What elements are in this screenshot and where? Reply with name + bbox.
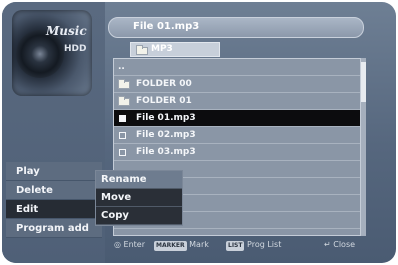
list-item-parent[interactable]: .. <box>114 59 360 76</box>
music-file-icon <box>119 132 126 139</box>
current-folder-label: MP3 <box>151 44 173 54</box>
mark-hint: MARKER Mark <box>154 240 209 251</box>
menu-item-program-add[interactable]: Program add <box>6 219 102 238</box>
parent-folder-label: .. <box>118 62 125 72</box>
current-file-header: File 01.mp3 <box>108 17 364 38</box>
prog-list-label: Prog List <box>247 240 282 249</box>
submenu-item-rename[interactable]: Rename <box>96 171 182 189</box>
badge-subtitle: HDD <box>64 44 87 54</box>
list-item-label: File 03.mp3 <box>136 147 196 157</box>
list-item-file-selected[interactable]: File 01.mp3 <box>114 110 360 127</box>
options-menu: Play Delete Edit Program add <box>6 162 102 238</box>
close-label: Close <box>333 240 356 249</box>
music-file-icon <box>119 115 126 122</box>
enter-hint: ◎ Enter <box>114 240 146 249</box>
current-folder-tab: MP3 <box>130 42 220 57</box>
list-scrollbar[interactable] <box>361 58 366 236</box>
left-panel: Music HDD Play Delete Edit Program add <box>2 2 105 263</box>
badge-title: Music <box>46 24 87 38</box>
submenu-item-move[interactable]: Move <box>96 189 182 207</box>
prog-list-hint: LIST Prog List <box>226 240 281 251</box>
list-item-label: File 01.mp3 <box>136 113 196 123</box>
mark-label: Mark <box>189 240 209 249</box>
menu-item-delete[interactable]: Delete <box>6 181 102 200</box>
marker-key-badge: MARKER <box>154 241 187 251</box>
list-item-folder[interactable]: FOLDER 01 <box>114 93 360 110</box>
enter-label: Enter <box>123 240 146 249</box>
list-item-file[interactable]: File 03.mp3 <box>114 144 360 161</box>
scroll-thumb[interactable] <box>361 62 366 102</box>
menu-item-edit[interactable]: Edit <box>6 200 102 219</box>
list-item-file[interactable]: File 02.mp3 <box>114 127 360 144</box>
music-file-icon <box>119 149 126 156</box>
list-key-badge: LIST <box>226 241 245 251</box>
list-item-label: FOLDER 01 <box>136 96 192 106</box>
close-hint: ↵ Close <box>324 240 356 249</box>
footer-hints: ◎ Enter MARKER Mark LIST Prog List ↵ Clo… <box>114 240 376 254</box>
menu-item-play[interactable]: Play <box>6 162 102 181</box>
list-item-label: FOLDER 00 <box>136 79 192 89</box>
folder-icon <box>118 79 130 89</box>
list-item-folder[interactable]: FOLDER 00 <box>114 76 360 93</box>
folder-icon <box>136 45 148 55</box>
edit-submenu: Rename Move Copy <box>95 170 183 226</box>
dvd-recorder-music-screen: Music HDD Play Delete Edit Program add F… <box>2 2 396 263</box>
music-hdd-badge: Music HDD <box>12 10 92 96</box>
folder-icon <box>118 96 130 106</box>
list-item-label: File 02.mp3 <box>136 130 196 140</box>
header-title: File 01.mp3 <box>133 21 200 32</box>
submenu-item-copy[interactable]: Copy <box>96 207 182 225</box>
